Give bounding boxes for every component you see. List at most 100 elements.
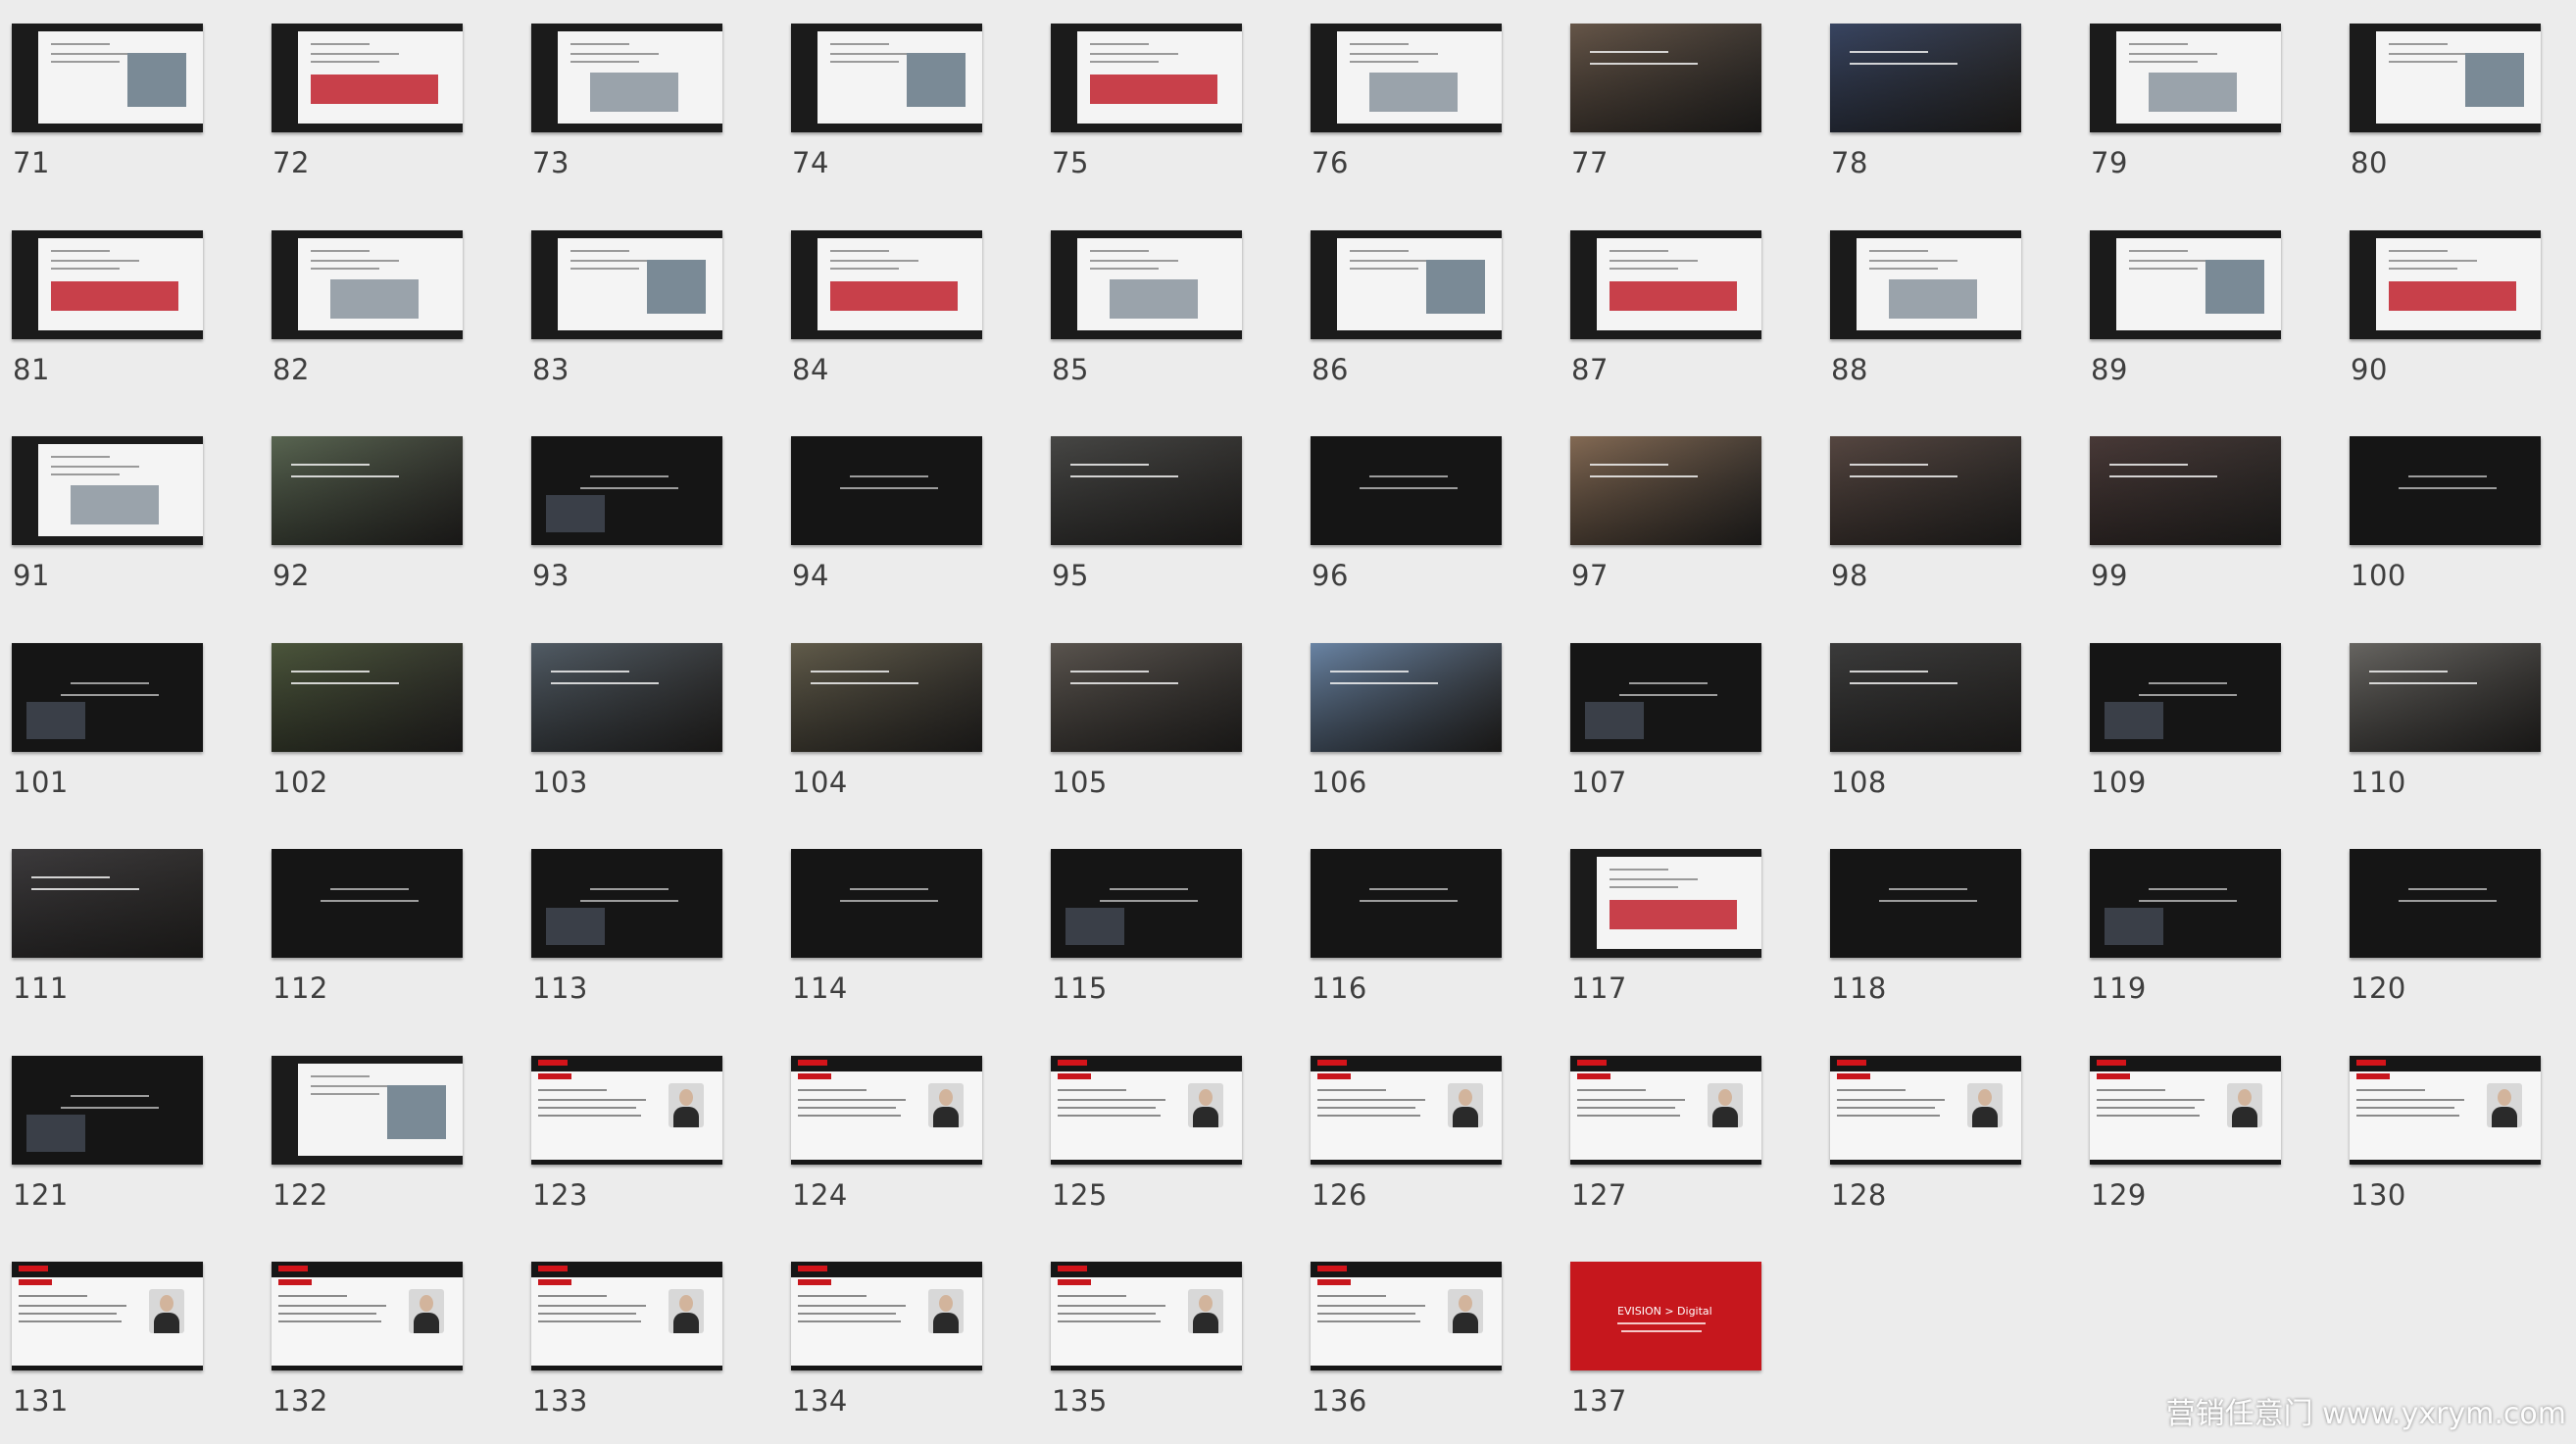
slide-thumbnail-cell[interactable]: 78 bbox=[1818, 0, 2078, 206]
slide-thumbnail-cell[interactable]: 113 bbox=[520, 825, 779, 1031]
slide-thumbnail-cell[interactable]: 107 bbox=[1559, 620, 1818, 825]
slide-thumbnail-cell[interactable]: 114 bbox=[779, 825, 1039, 1031]
slide-thumbnail[interactable] bbox=[1570, 642, 1761, 752]
slide-thumbnail[interactable] bbox=[272, 642, 463, 752]
slide-thumbnail-cell[interactable]: 102 bbox=[260, 620, 520, 825]
slide-thumbnail[interactable] bbox=[272, 229, 463, 339]
slide-thumbnail-cell[interactable]: 100 bbox=[2338, 413, 2576, 619]
slide-thumbnail-cell[interactable]: 129 bbox=[2078, 1032, 2338, 1238]
slide-thumbnail-cell[interactable]: 117 bbox=[1559, 825, 1818, 1031]
slide-thumbnail[interactable]: EVISION > Digital bbox=[1570, 1262, 1761, 1370]
slide-thumbnail-cell[interactable]: 88 bbox=[1818, 207, 2078, 413]
slide-thumbnail-cell[interactable]: 121 bbox=[0, 1032, 260, 1238]
slide-thumbnail[interactable] bbox=[791, 642, 982, 752]
slide-thumbnail-cell[interactable]: 81 bbox=[0, 207, 260, 413]
slide-thumbnail[interactable] bbox=[1051, 1262, 1242, 1370]
slide-thumbnail[interactable] bbox=[2090, 24, 2281, 132]
slide-thumbnail[interactable] bbox=[791, 436, 982, 545]
slide-thumbnail[interactable] bbox=[12, 436, 203, 545]
slide-thumbnail[interactable] bbox=[12, 1055, 203, 1165]
slide-thumbnail-cell[interactable]: 84 bbox=[779, 207, 1039, 413]
slide-thumbnail[interactable] bbox=[1311, 642, 1502, 752]
slide-thumbnail-cell[interactable]: 99 bbox=[2078, 413, 2338, 619]
slide-thumbnail[interactable] bbox=[531, 229, 722, 339]
slide-thumbnail-cell[interactable]: 92 bbox=[260, 413, 520, 619]
slide-thumbnail[interactable] bbox=[12, 1262, 203, 1370]
slide-thumbnail[interactable] bbox=[2350, 229, 2541, 339]
slide-thumbnail[interactable] bbox=[2350, 642, 2541, 752]
slide-thumbnail[interactable] bbox=[1570, 849, 1761, 958]
slide-thumbnail-cell[interactable]: 101 bbox=[0, 620, 260, 825]
slide-thumbnail[interactable] bbox=[1830, 436, 2021, 545]
slide-thumbnail[interactable] bbox=[791, 229, 982, 339]
slide-thumbnail-cell[interactable]: 124 bbox=[779, 1032, 1039, 1238]
slide-thumbnail[interactable] bbox=[1570, 229, 1761, 339]
slide-thumbnail[interactable] bbox=[1311, 24, 1502, 132]
slide-thumbnail-cell[interactable]: 77 bbox=[1559, 0, 1818, 206]
slide-thumbnail-cell[interactable]: 110 bbox=[2338, 620, 2576, 825]
slide-thumbnail[interactable] bbox=[1051, 642, 1242, 752]
slide-thumbnail-cell[interactable]: 128 bbox=[1818, 1032, 2078, 1238]
slide-thumbnail-cell[interactable]: 98 bbox=[1818, 413, 2078, 619]
slide-thumbnail-cell[interactable]: 87 bbox=[1559, 207, 1818, 413]
slide-thumbnail-cell[interactable]: 103 bbox=[520, 620, 779, 825]
slide-thumbnail-cell[interactable]: 118 bbox=[1818, 825, 2078, 1031]
slide-thumbnail[interactable] bbox=[2090, 849, 2281, 958]
slide-thumbnail[interactable] bbox=[1570, 1055, 1761, 1165]
slide-thumbnail-cell[interactable]: 116 bbox=[1299, 825, 1559, 1031]
slide-thumbnail[interactable] bbox=[2350, 436, 2541, 545]
slide-thumbnail[interactable] bbox=[12, 849, 203, 958]
slide-thumbnail[interactable] bbox=[12, 24, 203, 132]
slide-thumbnail-cell[interactable]: 131 bbox=[0, 1238, 260, 1444]
slide-thumbnail-cell[interactable]: 79 bbox=[2078, 0, 2338, 206]
slide-thumbnail[interactable] bbox=[272, 849, 463, 958]
slide-thumbnail-cell[interactable]: 109 bbox=[2078, 620, 2338, 825]
slide-thumbnail-cell[interactable]: 97 bbox=[1559, 413, 1818, 619]
slide-thumbnail[interactable] bbox=[1830, 642, 2021, 752]
slide-thumbnail-cell[interactable]: 73 bbox=[520, 0, 779, 206]
slide-thumbnail-cell[interactable]: 125 bbox=[1039, 1032, 1299, 1238]
slide-thumbnail[interactable] bbox=[2090, 642, 2281, 752]
slide-thumbnail-cell[interactable]: 120 bbox=[2338, 825, 2576, 1031]
slide-thumbnail-cell[interactable]: 90 bbox=[2338, 207, 2576, 413]
slide-thumbnail[interactable] bbox=[1051, 229, 1242, 339]
slide-thumbnail-cell[interactable]: 96 bbox=[1299, 413, 1559, 619]
slide-thumbnail-cell[interactable]: 75 bbox=[1039, 0, 1299, 206]
slide-thumbnail-cell[interactable]: 119 bbox=[2078, 825, 2338, 1031]
slide-thumbnail[interactable] bbox=[272, 24, 463, 132]
slide-thumbnail[interactable] bbox=[272, 1262, 463, 1370]
slide-thumbnail[interactable] bbox=[272, 1055, 463, 1165]
slide-thumbnail-cell[interactable]: 83 bbox=[520, 207, 779, 413]
slide-thumbnail[interactable] bbox=[272, 436, 463, 545]
slide-thumbnail[interactable] bbox=[791, 849, 982, 958]
slide-thumbnail[interactable] bbox=[531, 849, 722, 958]
slide-thumbnail-cell[interactable]: 95 bbox=[1039, 413, 1299, 619]
slide-thumbnail[interactable] bbox=[531, 1055, 722, 1165]
slide-thumbnail[interactable] bbox=[12, 229, 203, 339]
slide-thumbnail-cell[interactable]: 89 bbox=[2078, 207, 2338, 413]
slide-thumbnail[interactable] bbox=[791, 24, 982, 132]
slide-thumbnail-cell[interactable]: 80 bbox=[2338, 0, 2576, 206]
slide-thumbnail[interactable] bbox=[1570, 436, 1761, 545]
slide-thumbnail[interactable] bbox=[1570, 24, 1761, 132]
slide-thumbnail[interactable] bbox=[1830, 24, 2021, 132]
slide-thumbnail-cell[interactable]: 91 bbox=[0, 413, 260, 619]
slide-thumbnail[interactable] bbox=[1830, 849, 2021, 958]
slide-thumbnail[interactable] bbox=[2090, 229, 2281, 339]
slide-thumbnail-cell[interactable]: 82 bbox=[260, 207, 520, 413]
slide-thumbnail[interactable] bbox=[1311, 229, 1502, 339]
slide-thumbnail[interactable] bbox=[2350, 24, 2541, 132]
slide-thumbnail[interactable] bbox=[1311, 1262, 1502, 1370]
slide-thumbnail[interactable] bbox=[1051, 24, 1242, 132]
slide-thumbnail-cell[interactable]: 132 bbox=[260, 1238, 520, 1444]
slide-thumbnail[interactable] bbox=[1051, 1055, 1242, 1165]
slide-thumbnail-cell[interactable]: 127 bbox=[1559, 1032, 1818, 1238]
slide-thumbnail[interactable] bbox=[12, 642, 203, 752]
slide-thumbnail-cell[interactable]: 85 bbox=[1039, 207, 1299, 413]
slide-thumbnail-cell[interactable]: 134 bbox=[779, 1238, 1039, 1444]
slide-thumbnail[interactable] bbox=[531, 436, 722, 545]
slide-thumbnail-cell[interactable]: 112 bbox=[260, 825, 520, 1031]
slide-thumbnail[interactable] bbox=[2350, 849, 2541, 958]
slide-thumbnail-cell[interactable]: 72 bbox=[260, 0, 520, 206]
slide-thumbnail-cell[interactable]: 76 bbox=[1299, 0, 1559, 206]
